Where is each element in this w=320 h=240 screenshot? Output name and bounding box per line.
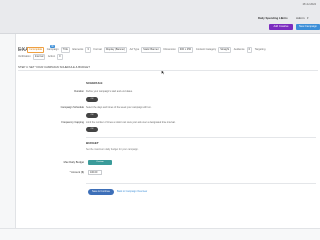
info-value: Internal	[32, 54, 46, 60]
info-value: Straight	[218, 47, 232, 53]
info-label: Elements	[72, 48, 84, 51]
info-label: Verification	[18, 55, 31, 58]
budget-section-title: BUDGET	[86, 141, 99, 145]
duration-toggle[interactable]: Off	[86, 97, 98, 102]
bottom-strip	[0, 228, 320, 240]
divider	[86, 183, 316, 184]
back-to-overview-link[interactable]: Back to Campaign Overview	[117, 190, 147, 193]
chevron-down-icon[interactable]: ▾	[307, 16, 309, 20]
mouse-cursor-icon	[161, 70, 165, 75]
left-sidebar	[0, 34, 16, 228]
frequency-capping-label: Frequency Capping	[61, 121, 84, 124]
new-campaign-button[interactable]: New Campaign	[296, 24, 320, 30]
save-continue-button[interactable]: Save & Continue	[88, 189, 114, 195]
divider	[86, 137, 316, 138]
info-label: Content Category	[195, 48, 217, 51]
duration-description: Define your campaign's start and end dat…	[86, 90, 133, 93]
info-label: Dimension	[163, 48, 176, 51]
info-label: Audience	[233, 48, 245, 51]
campaign-info-bar: Status Incomplete Campaign TCE Elements 3 F…	[18, 47, 320, 61]
divider	[18, 70, 318, 71]
add-creative-button[interactable]: Add Creative	[269, 24, 293, 30]
budget-type-label: Max Daily Budget	[63, 161, 84, 164]
campaign-schedule-toggle[interactable]: Off	[86, 113, 98, 118]
info-label: Status	[18, 48, 26, 51]
campaign-schedule-description: Select the days and times of the week yo…	[86, 106, 152, 109]
info-value: 0	[57, 54, 63, 60]
status-badge: Incomplete	[27, 47, 45, 53]
info-value: TCE	[60, 47, 70, 53]
user-menu[interactable]: Admin	[296, 16, 305, 20]
campaign-schedule-label: Campaign Schedule	[60, 106, 84, 109]
amount-label: * Amount ($)	[69, 171, 84, 174]
budget-type-button[interactable]: Custom	[88, 160, 112, 165]
info-row-1: Status Incomplete Campaign TCE Elements 3 F…	[18, 47, 267, 53]
info-value: Display (Banner)	[103, 47, 128, 53]
frequency-capping-description: Limit the number of times a visitor can …	[86, 121, 176, 124]
info-value: 0	[246, 47, 253, 53]
frequency-capping-toggle[interactable]: Off	[86, 127, 98, 132]
top-bar: 28 Jul 2024 Daily Spending Limit $ ● Adm…	[0, 0, 320, 34]
dollar-icon[interactable]: $	[281, 16, 283, 20]
step-title: STEP 4: SET YOUR CAMPAIGN SCHEDULE & BUD…	[18, 65, 90, 69]
info-label: Action	[47, 55, 56, 58]
amount-input[interactable]: 100.00	[88, 170, 102, 175]
info-value: Static Banner	[141, 47, 161, 53]
info-label: Campaign	[46, 48, 59, 51]
budget-subtitle: Set the maximum daily budget for your ca…	[86, 148, 139, 151]
info-label: Ad Type	[129, 48, 140, 51]
info-row-2: Verification Internal Action 0	[18, 54, 65, 60]
info-value: 300 x 250	[177, 47, 194, 53]
info-value: 3	[85, 47, 91, 53]
bell-icon[interactable]: ●	[286, 16, 288, 20]
duration-label: Duration	[74, 90, 84, 93]
info-label: Format	[93, 48, 102, 51]
info-label: Targeting	[254, 48, 266, 51]
schedule-section-title: SCHEDULE	[86, 81, 103, 85]
date-label: 28 Jul 2024	[302, 3, 316, 6]
